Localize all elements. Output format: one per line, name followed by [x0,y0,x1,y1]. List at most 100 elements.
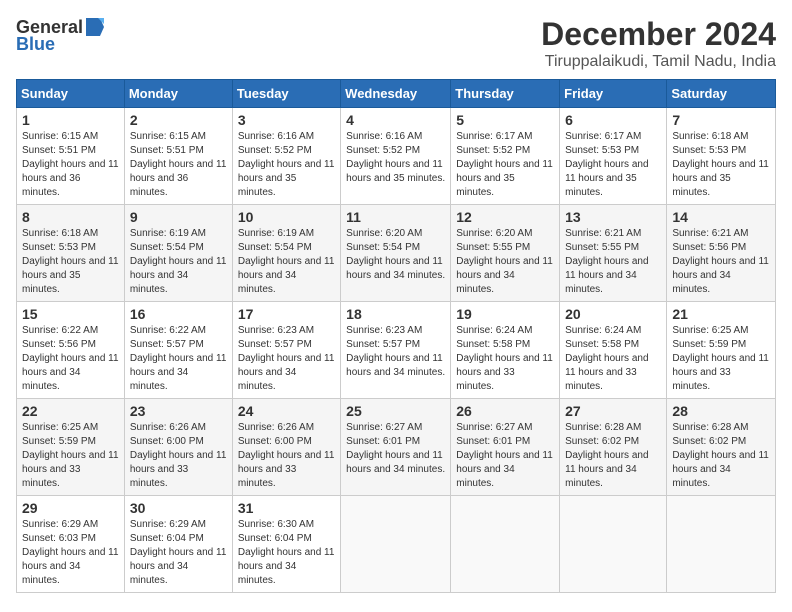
calendar-cell: 13 Sunrise: 6:21 AM Sunset: 5:55 PM Dayl… [560,205,667,302]
day-number: 5 [456,112,554,128]
day-info: Sunrise: 6:27 AM Sunset: 6:01 PM Dayligh… [346,421,445,477]
day-number: 2 [130,112,227,128]
day-number: 19 [456,306,554,322]
calendar-cell: 12 Sunrise: 6:20 AM Sunset: 5:55 PM Dayl… [451,205,560,302]
col-wednesday: Wednesday [341,80,451,108]
calendar-cell: 7 Sunrise: 6:18 AM Sunset: 5:53 PM Dayli… [667,108,776,205]
day-number: 8 [22,209,119,225]
calendar-header-row: Sunday Monday Tuesday Wednesday Thursday… [17,80,776,108]
calendar-cell: 14 Sunrise: 6:21 AM Sunset: 5:56 PM Dayl… [667,205,776,302]
day-number: 13 [565,209,661,225]
day-number: 31 [238,500,335,516]
logo: General Blue [16,16,107,55]
calendar-week-4: 22 Sunrise: 6:25 AM Sunset: 5:59 PM Dayl… [17,399,776,496]
day-number: 16 [130,306,227,322]
title-area: December 2024 Tiruppalaikudi, Tamil Nadu… [541,16,776,71]
calendar-week-2: 8 Sunrise: 6:18 AM Sunset: 5:53 PM Dayli… [17,205,776,302]
day-number: 14 [672,209,770,225]
calendar-cell: 30 Sunrise: 6:29 AM Sunset: 6:04 PM Dayl… [124,496,232,593]
day-info: Sunrise: 6:18 AM Sunset: 5:53 PM Dayligh… [672,130,770,200]
day-number: 28 [672,403,770,419]
day-number: 12 [456,209,554,225]
calendar-cell [667,496,776,593]
day-info: Sunrise: 6:16 AM Sunset: 5:52 PM Dayligh… [346,130,445,186]
day-info: Sunrise: 6:26 AM Sunset: 6:00 PM Dayligh… [238,421,335,491]
day-info: Sunrise: 6:17 AM Sunset: 5:52 PM Dayligh… [456,130,554,200]
calendar-week-5: 29 Sunrise: 6:29 AM Sunset: 6:03 PM Dayl… [17,496,776,593]
day-number: 29 [22,500,119,516]
calendar-cell: 29 Sunrise: 6:29 AM Sunset: 6:03 PM Dayl… [17,496,125,593]
day-number: 18 [346,306,445,322]
calendar-cell: 27 Sunrise: 6:28 AM Sunset: 6:02 PM Dayl… [560,399,667,496]
day-number: 25 [346,403,445,419]
calendar-cell: 16 Sunrise: 6:22 AM Sunset: 5:57 PM Dayl… [124,302,232,399]
calendar-cell: 8 Sunrise: 6:18 AM Sunset: 5:53 PM Dayli… [17,205,125,302]
day-info: Sunrise: 6:15 AM Sunset: 5:51 PM Dayligh… [22,130,119,200]
day-number: 6 [565,112,661,128]
day-info: Sunrise: 6:23 AM Sunset: 5:57 PM Dayligh… [346,324,445,380]
calendar-cell: 4 Sunrise: 6:16 AM Sunset: 5:52 PM Dayli… [341,108,451,205]
day-info: Sunrise: 6:24 AM Sunset: 5:58 PM Dayligh… [565,324,661,394]
day-info: Sunrise: 6:20 AM Sunset: 5:55 PM Dayligh… [456,227,554,297]
calendar-cell: 18 Sunrise: 6:23 AM Sunset: 5:57 PM Dayl… [341,302,451,399]
calendar-week-1: 1 Sunrise: 6:15 AM Sunset: 5:51 PM Dayli… [17,108,776,205]
calendar-cell [560,496,667,593]
day-number: 23 [130,403,227,419]
day-number: 3 [238,112,335,128]
day-info: Sunrise: 6:17 AM Sunset: 5:53 PM Dayligh… [565,130,661,200]
calendar-cell: 31 Sunrise: 6:30 AM Sunset: 6:04 PM Dayl… [232,496,340,593]
calendar-cell: 25 Sunrise: 6:27 AM Sunset: 6:01 PM Dayl… [341,399,451,496]
day-info: Sunrise: 6:15 AM Sunset: 5:51 PM Dayligh… [130,130,227,200]
day-number: 11 [346,209,445,225]
day-number: 17 [238,306,335,322]
calendar-cell: 1 Sunrise: 6:15 AM Sunset: 5:51 PM Dayli… [17,108,125,205]
day-info: Sunrise: 6:26 AM Sunset: 6:00 PM Dayligh… [130,421,227,491]
day-info: Sunrise: 6:28 AM Sunset: 6:02 PM Dayligh… [565,421,661,491]
calendar-cell [341,496,451,593]
day-info: Sunrise: 6:23 AM Sunset: 5:57 PM Dayligh… [238,324,335,394]
day-info: Sunrise: 6:16 AM Sunset: 5:52 PM Dayligh… [238,130,335,200]
calendar-table: Sunday Monday Tuesday Wednesday Thursday… [16,79,776,593]
calendar-cell: 24 Sunrise: 6:26 AM Sunset: 6:00 PM Dayl… [232,399,340,496]
day-info: Sunrise: 6:29 AM Sunset: 6:03 PM Dayligh… [22,518,119,588]
day-number: 20 [565,306,661,322]
day-info: Sunrise: 6:24 AM Sunset: 5:58 PM Dayligh… [456,324,554,394]
day-number: 21 [672,306,770,322]
calendar-cell: 3 Sunrise: 6:16 AM Sunset: 5:52 PM Dayli… [232,108,340,205]
calendar-cell: 26 Sunrise: 6:27 AM Sunset: 6:01 PM Dayl… [451,399,560,496]
day-info: Sunrise: 6:21 AM Sunset: 5:55 PM Dayligh… [565,227,661,297]
calendar-cell: 21 Sunrise: 6:25 AM Sunset: 5:59 PM Dayl… [667,302,776,399]
calendar-cell: 20 Sunrise: 6:24 AM Sunset: 5:58 PM Dayl… [560,302,667,399]
col-saturday: Saturday [667,80,776,108]
day-number: 30 [130,500,227,516]
day-number: 15 [22,306,119,322]
calendar-cell: 2 Sunrise: 6:15 AM Sunset: 5:51 PM Dayli… [124,108,232,205]
day-number: 22 [22,403,119,419]
day-info: Sunrise: 6:27 AM Sunset: 6:01 PM Dayligh… [456,421,554,491]
col-friday: Friday [560,80,667,108]
calendar-cell: 11 Sunrise: 6:20 AM Sunset: 5:54 PM Dayl… [341,205,451,302]
day-number: 24 [238,403,335,419]
calendar-week-3: 15 Sunrise: 6:22 AM Sunset: 5:56 PM Dayl… [17,302,776,399]
calendar-cell: 15 Sunrise: 6:22 AM Sunset: 5:56 PM Dayl… [17,302,125,399]
logo-icon [84,16,106,38]
day-info: Sunrise: 6:25 AM Sunset: 5:59 PM Dayligh… [672,324,770,394]
day-info: Sunrise: 6:22 AM Sunset: 5:56 PM Dayligh… [22,324,119,394]
calendar-cell [451,496,560,593]
day-info: Sunrise: 6:28 AM Sunset: 6:02 PM Dayligh… [672,421,770,491]
col-monday: Monday [124,80,232,108]
day-number: 1 [22,112,119,128]
day-info: Sunrise: 6:21 AM Sunset: 5:56 PM Dayligh… [672,227,770,297]
day-info: Sunrise: 6:19 AM Sunset: 5:54 PM Dayligh… [238,227,335,297]
calendar-subtitle: Tiruppalaikudi, Tamil Nadu, India [541,53,776,71]
day-number: 7 [672,112,770,128]
calendar-cell: 6 Sunrise: 6:17 AM Sunset: 5:53 PM Dayli… [560,108,667,205]
day-info: Sunrise: 6:20 AM Sunset: 5:54 PM Dayligh… [346,227,445,283]
day-number: 26 [456,403,554,419]
day-number: 27 [565,403,661,419]
day-info: Sunrise: 6:22 AM Sunset: 5:57 PM Dayligh… [130,324,227,394]
logo-blue: Blue [16,34,55,55]
day-info: Sunrise: 6:29 AM Sunset: 6:04 PM Dayligh… [130,518,227,588]
col-thursday: Thursday [451,80,560,108]
calendar-cell: 5 Sunrise: 6:17 AM Sunset: 5:52 PM Dayli… [451,108,560,205]
